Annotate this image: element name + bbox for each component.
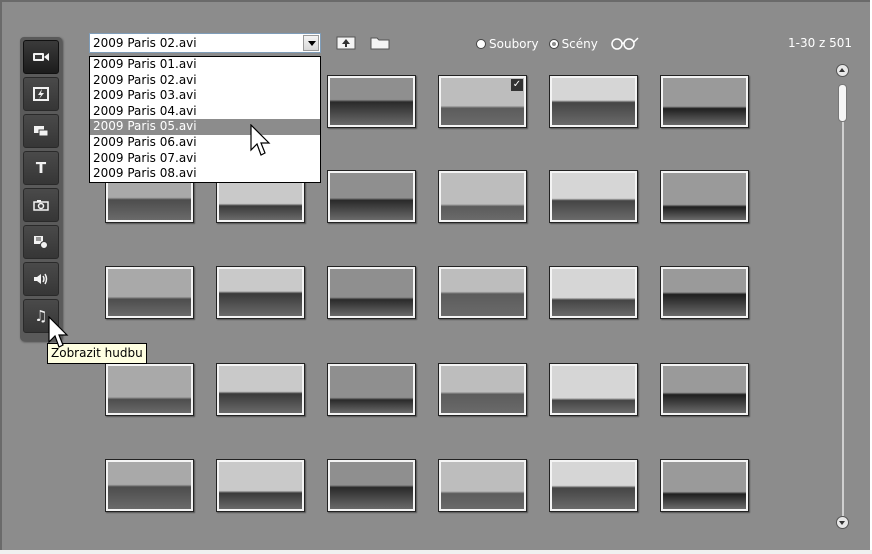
scene-preview-image [441,366,524,413]
scene-preview-image [330,366,413,413]
title-icon: T [35,159,47,177]
scene-preview-image [219,462,302,509]
scene-thumbnail[interactable] [660,75,749,128]
title-tab-button[interactable]: T [23,151,59,185]
scene-preview-image [441,173,524,220]
scene-thumbnail[interactable] [105,363,194,416]
scene-thumbnail[interactable] [438,266,527,319]
scene-thumbnail[interactable] [549,75,638,128]
scene-thumbnail[interactable] [327,170,416,223]
radio-soubory-label[interactable]: Soubory [489,37,539,51]
scroll-up-button[interactable] [836,64,849,77]
disc-menu-tab-button[interactable] [23,225,59,259]
scene-preview-image [552,78,635,125]
chevron-down-icon[interactable] [303,35,319,51]
scene-thumbnail[interactable] [660,266,749,319]
scene-thumbnail[interactable] [216,363,305,416]
scene-preview-image [663,173,746,220]
dropdown-option[interactable]: 2009 Paris 06.avi [90,135,320,151]
scene-preview-image [219,269,302,316]
scene-preview-image [330,173,413,220]
scene-thumbnail[interactable] [216,266,305,319]
dropdown-option[interactable]: 2009 Paris 08.avi [90,166,320,182]
scrollbar-track[interactable] [842,84,844,516]
mouse-pointer-icon [48,315,70,354]
scene-preview-image [330,462,413,509]
view-mode-radio-group: Soubory Scény [476,35,640,53]
scene-thumbnail[interactable] [438,170,527,223]
scene-preview-image [552,173,635,220]
scene-preview-image [552,366,635,413]
file-select-dropdown: 2009 Paris 01.avi 2009 Paris 02.avi 2009… [89,56,321,183]
dropdown-option[interactable]: 2009 Paris 01.avi [90,57,320,73]
panel-bottom-border [0,550,872,554]
scrollbar-thumb[interactable] [838,84,847,122]
folder-up-icon [336,35,356,54]
scene-preview-image [663,366,746,413]
scene-preview-image [108,366,191,413]
overlay-icon [33,125,49,137]
scene-thumbnail[interactable] [105,266,194,319]
page-counter: 1-30 z 501 [788,36,853,50]
radio-sceny[interactable] [548,39,559,49]
music-icon: ♫ [34,307,48,325]
photo-tab-button[interactable] [23,188,59,222]
scene-thumbnail[interactable] [327,459,416,512]
scene-preview-image [552,462,635,509]
dropdown-option[interactable]: 2009 Paris 02.avi [90,73,320,89]
radio-sceny-label[interactable]: Scény [562,37,598,51]
scene-preview-image [219,366,302,413]
scene-thumbnail[interactable] [216,459,305,512]
browse-folder-button[interactable] [370,35,390,54]
scene-thumbnail[interactable] [660,170,749,223]
folder-icon [370,35,390,54]
scene-preview-image [441,462,524,509]
file-select-value: 2009 Paris 02.avi [93,36,197,50]
scene-thumbnail[interactable] [327,266,416,319]
glasses-icon[interactable] [610,36,640,53]
file-select[interactable]: 2009 Paris 02.avi [89,33,321,53]
transitions-icon [33,87,49,101]
scene-thumbnail[interactable] [549,266,638,319]
scene-thumbnail[interactable] [327,75,416,128]
dropdown-option[interactable]: 2009 Paris 04.avi [90,104,320,120]
scene-thumbnail[interactable] [438,363,527,416]
scene-thumbnail[interactable] [105,459,194,512]
transitions-tab-button[interactable] [23,77,59,111]
scene-preview-image [108,269,191,316]
scene-thumbnail[interactable] [327,363,416,416]
sound-effects-tab-button[interactable] [23,262,59,296]
checkmark-icon: ✓ [511,79,523,91]
scene-preview-image [663,269,746,316]
scene-preview-image [441,269,524,316]
camera-icon [33,199,49,211]
video-tab-button[interactable] [23,40,59,74]
dropdown-option-highlighted[interactable]: 2009 Paris 05.avi [90,119,320,135]
dropdown-option[interactable]: 2009 Paris 07.avi [90,151,320,167]
scroll-down-button[interactable] [836,516,849,529]
dropdown-option[interactable]: 2009 Paris 03.avi [90,88,320,104]
video-icon [32,51,50,63]
sound-effects-icon [33,273,49,285]
radio-soubory[interactable] [476,39,486,49]
scene-preview-image [330,269,413,316]
scene-thumbnail[interactable] [549,170,638,223]
scene-thumbnail[interactable] [549,363,638,416]
scene-thumbnail[interactable]: ✓ [438,75,527,128]
scene-preview-image [330,78,413,125]
overlay-tab-button[interactable] [23,114,59,148]
parent-folder-button[interactable] [336,35,356,54]
scene-thumbnail[interactable] [660,459,749,512]
scene-thumbnail[interactable] [660,363,749,416]
disc-menu-icon [33,235,49,249]
scene-preview-image [552,269,635,316]
scene-preview-image [663,462,746,509]
scene-thumbnail[interactable] [549,459,638,512]
scene-preview-image [108,462,191,509]
scene-preview-image [663,78,746,125]
scene-thumbnail[interactable] [438,459,527,512]
mouse-pointer-icon [250,123,272,162]
album-tab-toolbar: T ♫ [20,37,62,341]
